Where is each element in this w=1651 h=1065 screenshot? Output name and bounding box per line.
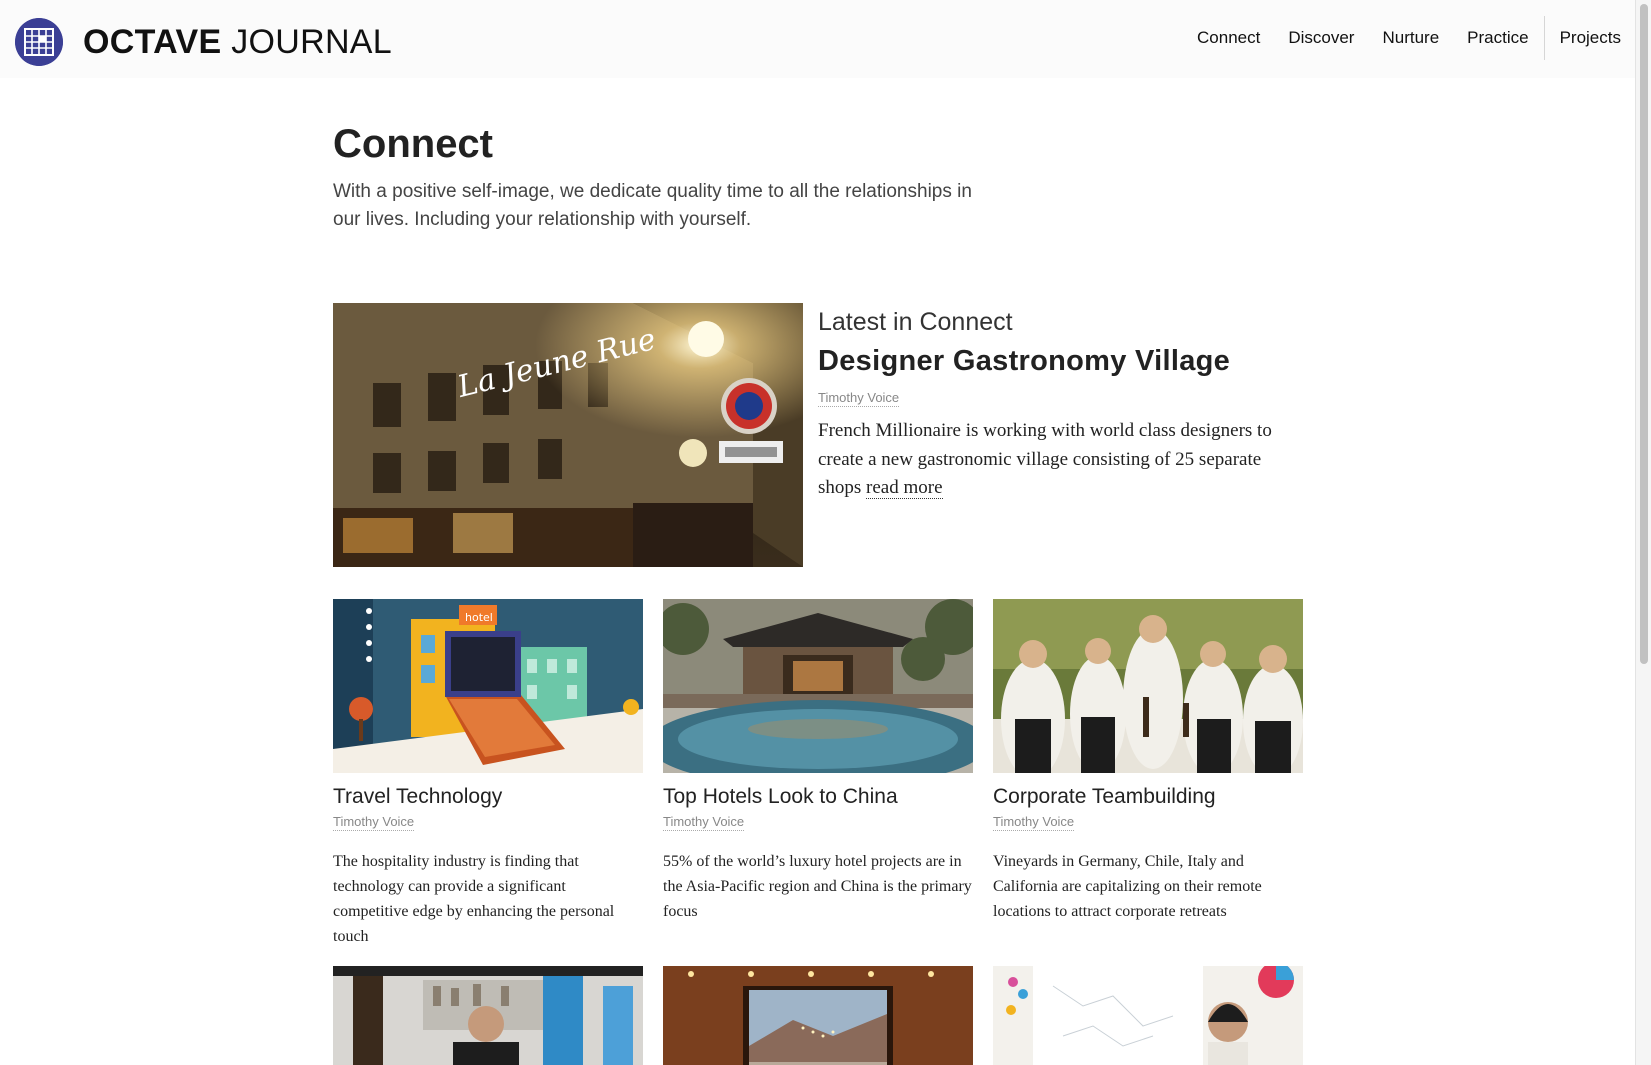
card-image[interactable] xyxy=(993,599,1303,773)
card-excerpt: The hospitality industry is finding that… xyxy=(333,849,643,949)
article-card-corporate-teambuilding[interactable]: Corporate Teambuilding Timothy Voice Vin… xyxy=(993,599,1303,924)
card-image[interactable] xyxy=(333,966,643,1065)
card-title[interactable]: Travel Technology xyxy=(333,783,643,811)
nav-divider xyxy=(1544,16,1545,60)
article-card-travel-technology[interactable]: hotel Travel Technology Timothy Voice Th… xyxy=(333,599,643,949)
card-image[interactable] xyxy=(663,599,973,773)
card-excerpt: 55% of the world’s luxury hotel projects… xyxy=(663,849,973,924)
card-author-link[interactable]: Timothy Voice xyxy=(663,814,744,831)
card-image[interactable] xyxy=(993,966,1303,1065)
featured-title[interactable]: Designer Gastronomy Village xyxy=(818,343,1230,379)
featured-kicker: Latest in Connect xyxy=(818,306,1013,338)
page-intro: With a positive self-image, we dedicate … xyxy=(333,178,973,234)
brand-light: JOURNAL xyxy=(231,23,392,61)
card-excerpt: Vineyards in Germany, Chile, Italy and C… xyxy=(993,849,1303,924)
card-image[interactable]: hotel xyxy=(333,599,643,773)
card-author-link[interactable]: Timothy Voice xyxy=(993,814,1074,831)
svg-text:hotel: hotel xyxy=(465,611,493,624)
nav-projects[interactable]: Projects xyxy=(1546,16,1635,60)
card-image[interactable] xyxy=(663,966,973,1065)
featured-author-link[interactable]: Timothy Voice xyxy=(818,390,899,407)
nav-discover[interactable]: Discover xyxy=(1274,16,1368,60)
brand-bold: OCTAVE xyxy=(83,23,221,61)
card-author-link[interactable]: Timothy Voice xyxy=(333,814,414,831)
article-card-row2-2[interactable] xyxy=(663,966,973,1065)
card-title[interactable]: Corporate Teambuilding xyxy=(993,783,1303,811)
article-card-top-hotels-china[interactable]: Top Hotels Look to China Timothy Voice 5… xyxy=(663,599,973,924)
nav-connect[interactable]: Connect xyxy=(1183,16,1274,60)
read-more-link[interactable]: read more xyxy=(866,477,942,499)
page-scrollbar[interactable] xyxy=(1635,0,1651,1065)
site-logo-text[interactable]: OCTAVE JOURNAL xyxy=(83,22,392,62)
featured-excerpt: French Millionaire is working with world… xyxy=(818,417,1308,503)
scrollbar-thumb[interactable] xyxy=(1640,4,1648,664)
article-card-row2-3[interactable] xyxy=(993,966,1303,1065)
featured-image[interactable]: La Jeune Rue xyxy=(333,303,803,567)
site-header: OCTAVE JOURNAL Connect Discover Nurture … xyxy=(0,0,1635,78)
page-title: Connect xyxy=(333,120,493,168)
card-title[interactable]: Top Hotels Look to China xyxy=(663,783,973,811)
nav-nurture[interactable]: Nurture xyxy=(1368,16,1453,60)
article-card-row2-1[interactable] xyxy=(333,966,643,1065)
main-nav: Connect Discover Nurture Practice Projec… xyxy=(1183,16,1635,60)
logo-icon[interactable] xyxy=(15,18,63,66)
nav-practice[interactable]: Practice xyxy=(1453,16,1542,60)
